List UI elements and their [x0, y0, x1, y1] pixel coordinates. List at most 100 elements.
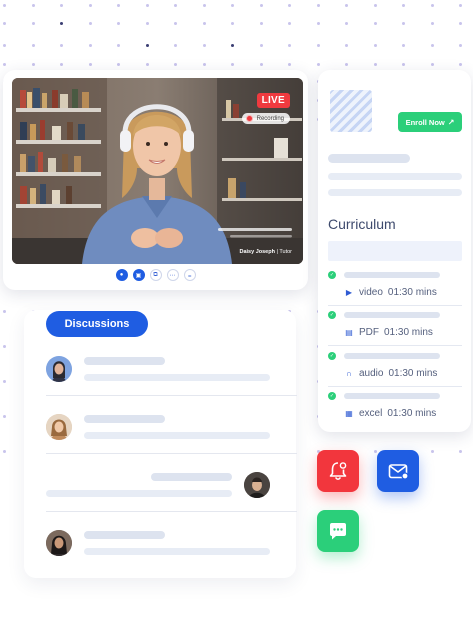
chat-button[interactable]	[317, 510, 359, 552]
mail-icon	[388, 464, 409, 480]
message-divider	[46, 511, 297, 512]
video-feed[interactable]: LIVE Recording Daisy Joseph | Tutor	[12, 78, 303, 264]
camera-button[interactable]: ▣	[132, 269, 145, 281]
more-button[interactable]: •••	[183, 269, 196, 281]
message-divider	[46, 453, 297, 454]
avatar	[46, 414, 72, 440]
decorative-dot	[316, 63, 320, 66]
decorative-dot	[60, 63, 63, 66]
lesson-title-placeholder	[344, 272, 440, 278]
decorative-dot	[259, 22, 263, 25]
user-avatar-icon	[244, 472, 270, 498]
message-placeholder-title	[84, 531, 165, 539]
play-circle-icon: ▶	[345, 288, 353, 297]
decorative-dot	[373, 44, 377, 47]
lesson-divider	[328, 386, 462, 387]
decorative-dot	[3, 415, 6, 418]
decorative-dot	[345, 22, 348, 25]
lesson-item[interactable]: ✓ ∩ audio 01:30 mins	[328, 352, 462, 392]
decorative-dot	[345, 44, 348, 47]
avatar	[244, 472, 270, 498]
decorative-dot	[288, 4, 291, 7]
lesson-title-placeholder	[344, 393, 440, 399]
live-badge: LIVE	[256, 93, 290, 108]
enroll-label: Enroll Now	[405, 117, 445, 127]
decorative-dot	[430, 22, 434, 25]
check-icon: ✓	[328, 311, 336, 319]
mail-button[interactable]	[377, 450, 419, 492]
document-icon: ▤	[345, 328, 353, 337]
decorative-dot	[202, 44, 206, 47]
decorative-dot	[430, 4, 434, 7]
message-placeholder-text	[84, 548, 270, 555]
microphone-button[interactable]: ●	[115, 269, 128, 281]
check-icon: ✓	[328, 352, 336, 360]
decorative-dot	[231, 44, 234, 47]
decorative-dot	[174, 4, 177, 7]
lesson-item[interactable]: ✓ ▦ excel 01:30 mins	[328, 392, 462, 432]
decorative-dot	[373, 22, 377, 25]
decorative-dot	[316, 44, 320, 47]
record-dot-icon	[245, 115, 253, 122]
decorative-dot	[60, 22, 63, 25]
decorative-dot	[202, 63, 206, 66]
video-call-card: LIVE Recording Daisy Joseph | Tutor ● ▣ …	[3, 70, 308, 290]
decorative-dot	[459, 22, 462, 25]
lesson-type: excel	[359, 408, 383, 419]
decorative-dot	[459, 450, 462, 453]
screen-share-icon: ⧉	[153, 271, 158, 278]
decorative-dot	[3, 450, 6, 453]
lesson-duration: 01:30 mins	[388, 368, 438, 379]
chat-icon: ⋯	[169, 272, 176, 279]
screen-share-button[interactable]: ⧉	[149, 269, 162, 281]
decorative-dot	[3, 380, 6, 383]
chat-button[interactable]: ⋯	[166, 269, 179, 281]
notification-bell-button[interactable]	[317, 450, 359, 492]
recording-indicator: Recording	[241, 113, 290, 124]
decorative-dot	[259, 4, 263, 7]
decorative-dot	[402, 44, 405, 47]
decorative-dot	[174, 63, 177, 66]
decorative-dot	[3, 44, 6, 47]
decorative-dot	[145, 63, 149, 66]
lesson-duration: 01:30 mins	[387, 287, 437, 298]
arrow-up-right-icon: ↗	[447, 117, 455, 127]
decorative-dot	[88, 22, 92, 25]
microphone-icon: ●	[119, 272, 124, 278]
decorative-dot	[459, 4, 462, 7]
decorative-dot	[31, 63, 35, 66]
decorative-dot	[145, 22, 149, 25]
decorative-dot	[430, 44, 434, 47]
user-avatar-icon	[46, 414, 72, 440]
discussions-panel: Discussions	[24, 310, 297, 578]
camera-icon: ▣	[135, 272, 142, 279]
decorative-dot	[231, 63, 234, 66]
discussions-button[interactable]: Discussions	[46, 311, 148, 337]
decorative-dot	[3, 22, 6, 25]
decorative-dot	[117, 44, 120, 47]
bell-icon	[329, 462, 347, 481]
decorative-dot	[3, 345, 6, 348]
lesson-title-placeholder	[344, 353, 440, 359]
user-avatar-icon	[46, 530, 72, 556]
decorative-dot	[231, 4, 234, 7]
user-avatar-icon	[46, 356, 72, 382]
enroll-now-button[interactable]: Enroll Now ↗	[398, 112, 462, 132]
avatar	[46, 356, 72, 382]
lesson-divider	[328, 345, 462, 346]
decorative-dot	[117, 22, 120, 25]
course-thumbnail	[330, 90, 372, 132]
page: LIVE Recording Daisy Joseph | Tutor ● ▣ …	[0, 0, 473, 621]
decorative-dot	[202, 4, 206, 7]
decorative-dot	[288, 22, 291, 25]
message-placeholder-title	[151, 473, 232, 481]
lesson-item[interactable]: ✓ ▤ PDF 01:30 mins	[328, 311, 462, 351]
decorative-dot	[288, 44, 291, 47]
decorative-dot	[31, 22, 35, 25]
curriculum-section-header[interactable]	[328, 241, 462, 261]
decorative-dot	[402, 4, 405, 7]
decorative-dot	[430, 450, 434, 453]
course-title-placeholder	[328, 154, 410, 163]
lesson-item[interactable]: ✓ ▶ video 01:30 mins	[328, 271, 462, 311]
decorative-dot	[373, 4, 377, 7]
